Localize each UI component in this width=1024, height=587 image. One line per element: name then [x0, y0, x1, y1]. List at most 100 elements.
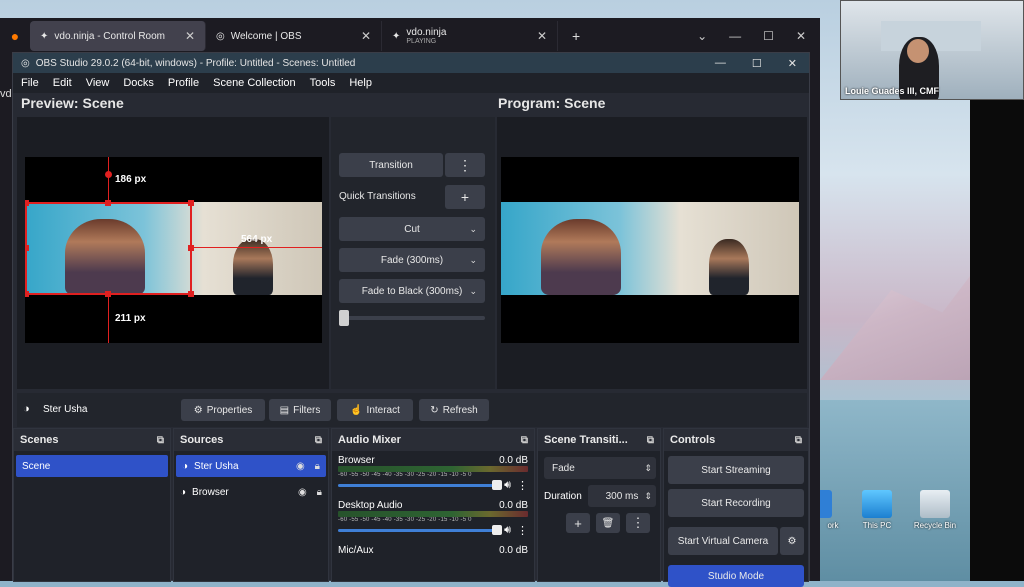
more-vertical-icon[interactable]: ⋮ — [517, 524, 528, 537]
desktop-icon-this-pc[interactable]: This PC — [852, 490, 902, 530]
sources-dock: Sources ⧉ ◑ Ster Usha ◉ 🔒︎ ◑ Browser ◉ 🔒︎ — [173, 428, 329, 582]
menu-scene-collection[interactable]: Scene Collection — [213, 77, 296, 89]
minimize-icon[interactable]: — — [715, 57, 726, 70]
undock-icon[interactable]: ⧉ — [521, 435, 528, 446]
scene-transitions-title: Scene Transiti... — [544, 434, 628, 446]
scene-item[interactable]: Scene — [16, 455, 168, 477]
close-icon[interactable]: ✕ — [788, 57, 797, 70]
menu-tools[interactable]: Tools — [310, 77, 336, 89]
top-distance-line — [108, 157, 109, 202]
transition-properties-button[interactable]: ⋮ — [626, 513, 650, 533]
top-distance-label: 186 px — [115, 174, 147, 185]
menu-bar: File Edit View Docks Profile Scene Colle… — [13, 73, 809, 93]
quick-transition-fade[interactable]: Fade (300ms) ⌄ — [339, 248, 485, 272]
duration-spinbox[interactable]: 300 ms ⇕ — [588, 485, 656, 507]
minimize-icon[interactable]: — — [729, 29, 741, 43]
transition-button[interactable]: Transition — [339, 153, 443, 177]
tab-bar: ● ✦ vdo.ninja - Control Room ✕ ◎ Welcome… — [0, 18, 820, 54]
close-icon[interactable]: ✕ — [537, 29, 547, 43]
duration-label: Duration — [544, 491, 582, 502]
speaker-icon[interactable]: 🔊︎ — [504, 479, 511, 492]
pointer-icon: ☝ — [350, 404, 363, 416]
close-icon[interactable]: ✕ — [361, 29, 371, 43]
menu-profile[interactable]: Profile — [168, 77, 199, 89]
resize-handle[interactable] — [25, 291, 29, 297]
quick-transitions-label: Quick Transitions — [339, 191, 416, 202]
add-quick-transition-button[interactable]: + — [445, 185, 485, 209]
firefox-icon[interactable]: ● — [0, 28, 30, 44]
add-transition-button[interactable]: + — [566, 513, 590, 533]
transition-menu-button[interactable]: ⋮ — [445, 153, 485, 177]
more-vertical-icon[interactable]: ⋮ — [517, 479, 528, 492]
more-vertical-icon: ⋮ — [631, 515, 645, 530]
resize-handle[interactable] — [188, 245, 194, 251]
resize-handle[interactable] — [188, 200, 194, 206]
resize-handle[interactable] — [105, 291, 111, 297]
chevron-down-icon[interactable]: ⌄ — [697, 29, 707, 43]
tab-welcome-obs[interactable]: ◎ Welcome | OBS ✕ — [206, 21, 382, 51]
remove-transition-button[interactable]: 🗑︎ — [596, 513, 620, 533]
menu-edit[interactable]: Edit — [53, 77, 72, 89]
obs-title-bar: ◎ OBS Studio 29.0.2 (64-bit, windows) - … — [13, 53, 809, 73]
volume-slider[interactable] — [338, 479, 503, 490]
resize-handle[interactable] — [188, 291, 194, 297]
source-item-ster-usha[interactable]: ◑ Ster Usha ◉ 🔒︎ — [176, 455, 326, 477]
eye-icon[interactable]: ◉ — [296, 461, 305, 472]
undock-icon[interactable]: ⧉ — [315, 435, 322, 446]
quick-transition-fade-to-black[interactable]: Fade to Black (300ms) ⌄ — [339, 279, 485, 303]
transition-select[interactable]: Fade ⇕ — [544, 457, 656, 479]
obs-icon: ◎ — [21, 57, 30, 69]
eye-icon[interactable]: ◉ — [298, 487, 307, 498]
tab-control-room[interactable]: ✦ vdo.ninja - Control Room ✕ — [30, 21, 206, 51]
selected-source-bounds[interactable] — [25, 202, 192, 295]
volume-meter — [338, 466, 528, 472]
maximize-icon[interactable]: ☐ — [752, 57, 762, 70]
close-icon[interactable]: ✕ — [796, 29, 806, 43]
resize-handle[interactable] — [105, 200, 111, 206]
transition-slider-handle[interactable] — [339, 310, 349, 326]
close-icon[interactable]: ✕ — [185, 29, 195, 43]
start-streaming-button[interactable]: Start Streaming — [668, 456, 804, 484]
menu-help[interactable]: Help — [349, 77, 372, 89]
volume-slider[interactable] — [338, 524, 503, 535]
preview-canvas[interactable]: 186 px 564 px 211 px — [25, 157, 322, 343]
lock-icon[interactable]: 🔒︎ — [315, 461, 320, 472]
resize-handle[interactable] — [25, 245, 29, 251]
maximize-icon[interactable]: ☐ — [763, 29, 774, 43]
new-tab-icon[interactable]: + — [558, 28, 594, 44]
filter-icon: ▤ — [279, 404, 290, 416]
filters-button[interactable]: ▤ Filters — [269, 399, 331, 421]
menu-view[interactable]: View — [86, 77, 110, 89]
audio-mixer-title: Audio Mixer — [338, 434, 401, 446]
virtual-camera-settings-button[interactable]: ⚙ — [780, 527, 804, 555]
start-virtual-camera-button[interactable]: Start Virtual Camera — [668, 527, 778, 555]
menu-docks[interactable]: Docks — [123, 77, 154, 89]
lock-icon[interactable]: 🔒︎ — [317, 487, 322, 498]
menu-file[interactable]: File — [21, 77, 39, 89]
undock-icon[interactable]: ⧉ — [795, 435, 802, 446]
transition-slider-track[interactable] — [341, 316, 485, 320]
volume-meter — [338, 511, 528, 517]
tab-vdo-ninja[interactable]: ✦ vdo.ninja PLAYING ✕ — [382, 21, 558, 51]
studio-mode-button[interactable]: Studio Mode — [668, 565, 804, 587]
resize-handle[interactable] — [25, 200, 29, 206]
gear-icon: ⚙ — [787, 535, 797, 547]
vdo-ninja-icon: ✦ — [40, 30, 49, 42]
undock-icon[interactable]: ⧉ — [647, 435, 654, 446]
computer-icon — [862, 490, 892, 518]
desktop-icon-recycle-bin[interactable]: Recycle Bin — [910, 490, 960, 530]
quick-transition-cut[interactable]: Cut ⌄ — [339, 217, 485, 241]
properties-button[interactable]: ⚙ Properties — [181, 399, 265, 421]
plus-icon: + — [574, 515, 582, 531]
top-distance-handle — [105, 171, 112, 178]
interact-button[interactable]: ☝ Interact — [337, 399, 413, 421]
browser-source-icon: ◑ — [180, 486, 187, 498]
undock-icon[interactable]: ⧉ — [157, 435, 164, 446]
browser-source-icon: ◑ — [23, 403, 30, 415]
refresh-button[interactable]: ↻ Refresh — [419, 399, 489, 421]
start-recording-button[interactable]: Start Recording — [668, 489, 804, 517]
source-item-browser[interactable]: ◑ Browser ◉ 🔒︎ — [174, 481, 328, 503]
controls-dock: Controls ⧉ Start Streaming Start Recordin… — [663, 428, 809, 587]
speaker-icon[interactable]: 🔊︎ — [504, 524, 511, 537]
refresh-icon: ↻ — [430, 404, 439, 416]
